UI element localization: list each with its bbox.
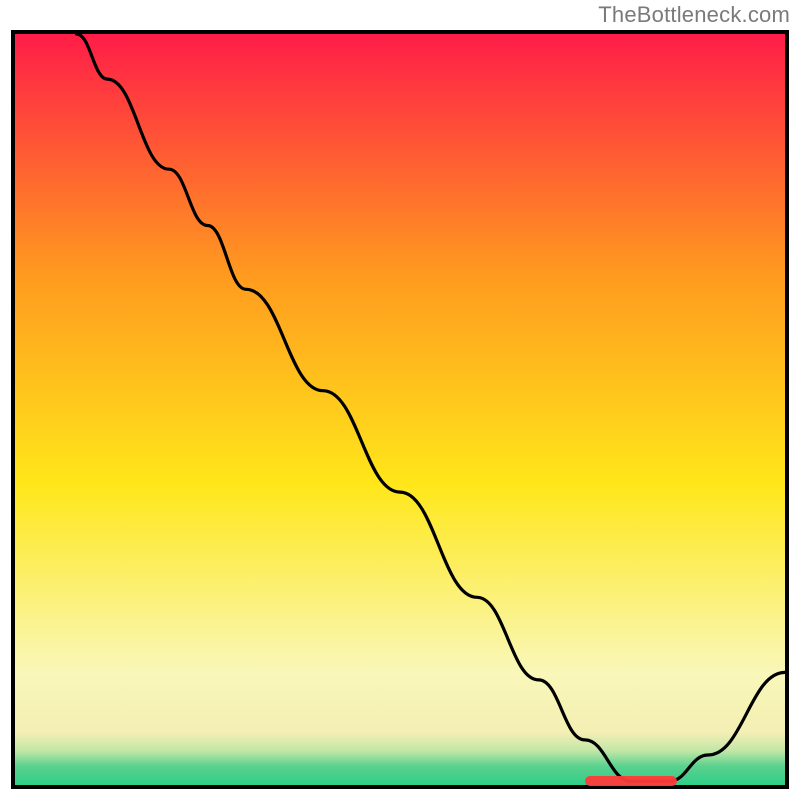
plot-frame xyxy=(11,30,789,789)
chart-stage: TheBottleneck.com xyxy=(0,0,800,800)
plot-svg xyxy=(15,34,785,785)
optimal-marker xyxy=(585,776,677,786)
attribution-label: TheBottleneck.com xyxy=(598,2,790,28)
heat-fill xyxy=(15,34,785,785)
